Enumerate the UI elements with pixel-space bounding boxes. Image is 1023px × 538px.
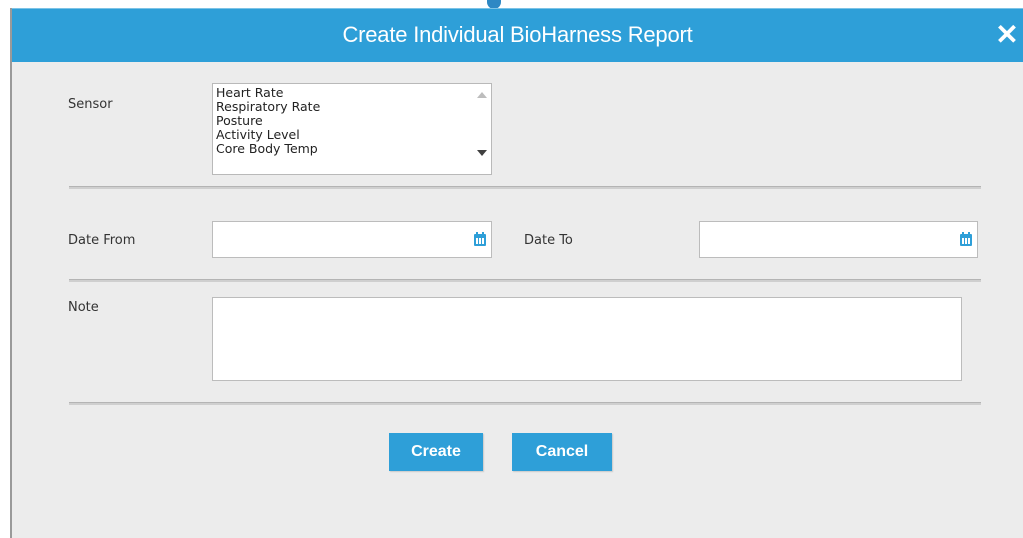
sensor-listbox[interactable]: Heart Rate Respiratory Rate Posture Acti… [212,83,492,175]
scroll-up-icon[interactable] [477,92,487,98]
screen: Create Individual BioHarness Report ✕ Se… [0,0,1023,538]
calendar-icon[interactable] [959,231,973,247]
date-from-label: Date From [68,233,136,248]
close-icon: ✕ [995,19,1019,50]
dialog-title: Create Individual BioHarness Report [342,22,693,47]
divider [69,402,981,405]
dialog-titlebar: Create Individual BioHarness Report ✕ [12,8,1023,62]
sensor-option-core-body-temp[interactable]: Core Body Temp [213,142,491,156]
scroll-down-icon[interactable] [477,150,487,156]
sensor-options: Heart Rate Respiratory Rate Posture Acti… [213,84,491,156]
sensor-option-activity-level[interactable]: Activity Level [213,128,491,142]
divider [69,279,981,282]
note-label: Note [68,300,99,315]
note-textarea[interactable] [212,297,962,381]
date-from-input[interactable] [212,221,492,258]
date-to-label: Date To [524,233,573,248]
sensor-label: Sensor [68,97,113,112]
cancel-button[interactable]: Cancel [512,433,612,471]
sensor-option-posture[interactable]: Posture [213,114,491,128]
calendar-icon[interactable] [473,231,487,247]
create-report-dialog: Create Individual BioHarness Report ✕ Se… [10,8,1023,538]
close-button[interactable]: ✕ [991,19,1023,51]
divider [69,186,981,189]
date-to-input[interactable] [699,221,978,258]
create-button[interactable]: Create [389,433,483,471]
sensor-option-heart-rate[interactable]: Heart Rate [213,86,491,100]
sensor-option-respiratory-rate[interactable]: Respiratory Rate [213,100,491,114]
sensor-list-scrollbar[interactable] [473,84,491,174]
